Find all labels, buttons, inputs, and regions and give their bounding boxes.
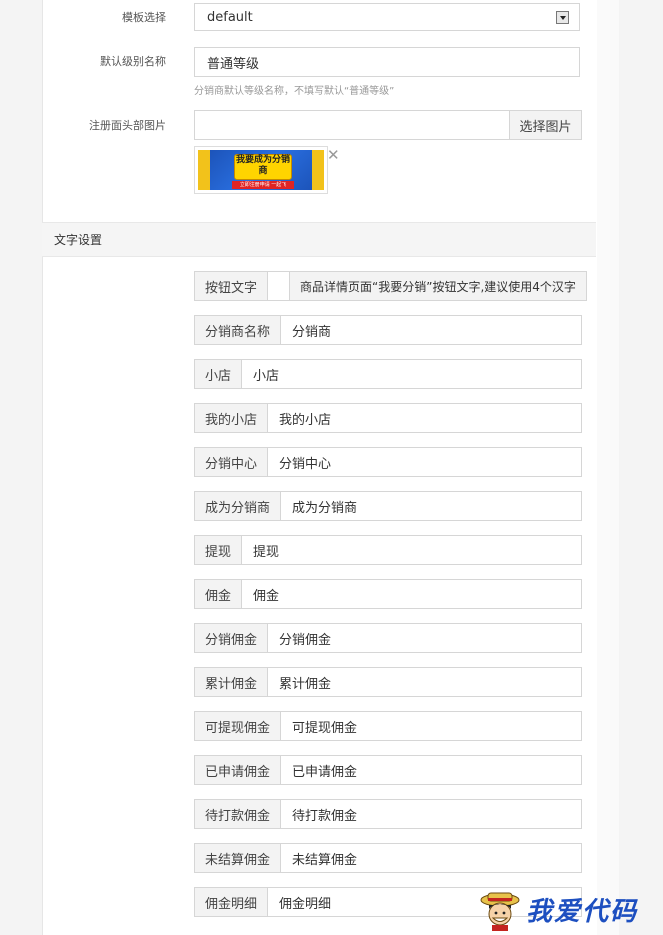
text-setting-label: 可提现佣金 — [194, 711, 282, 741]
text-setting-label: 累计佣金 — [194, 667, 269, 697]
text-setting-row: 分销中心 分销中心 — [194, 447, 582, 477]
section-header: 文字设置 — [42, 222, 596, 257]
watermark-text: 我爱代码 — [526, 896, 639, 927]
text-setting-input[interactable]: 提现 — [242, 535, 582, 565]
watermark: 我爱代码 — [478, 885, 658, 933]
template-label: 模板选择 — [122, 11, 166, 24]
text-setting-row: 提现 提现 — [194, 535, 582, 565]
choose-image-button[interactable]: 选择图片 — [509, 110, 582, 140]
text-setting-label: 分销佣金 — [194, 623, 269, 653]
template-select-value: default — [207, 9, 253, 25]
banner-stripe-left — [198, 150, 210, 190]
text-setting-row: 佣金 佣金 — [194, 579, 582, 609]
text-setting-label: 分销中心 — [194, 447, 269, 477]
banner-stripe-right — [312, 150, 324, 190]
text-setting-label: 佣金 — [194, 579, 243, 609]
text-setting-row: 成为分销商 成为分销商 — [194, 491, 582, 521]
close-icon[interactable]: ✕ — [327, 148, 340, 163]
header-image-thumbnail: 我要成为分销商 立即注册申请 一起飞 — [194, 146, 328, 194]
template-select[interactable]: default — [194, 3, 580, 31]
default-level-value: 普通等级 — [207, 56, 260, 72]
text-setting-label: 小店 — [194, 359, 243, 389]
button-text-group: 按钮文字 商品详情页面“我要分销”按钮文字,建议使用4个汉字 — [194, 271, 587, 301]
text-setting-label: 成为分销商 — [194, 491, 282, 521]
text-setting-label: 佣金明细 — [194, 887, 269, 917]
text-setting-input[interactable]: 已申请佣金 — [281, 755, 582, 785]
text-setting-input[interactable]: 分销中心 — [268, 447, 582, 477]
header-image-label: 注册面头部图片 — [89, 119, 166, 132]
default-level-input[interactable]: 普通等级 — [194, 47, 580, 77]
text-setting-row: 我的小店 我的小店 — [194, 403, 582, 433]
text-setting-label: 分销商名称 — [194, 315, 282, 345]
text-setting-input[interactable]: 分销佣金 — [268, 623, 582, 653]
text-setting-input[interactable]: 未结算佣金 — [281, 843, 582, 873]
text-setting-input[interactable]: 待打款佣金 — [281, 799, 582, 829]
header-image-input[interactable] — [194, 110, 510, 140]
text-setting-label: 待打款佣金 — [194, 799, 282, 829]
default-level-help: 分销商默认等级名称，不填写默认“普通等级” — [194, 86, 395, 97]
text-setting-row: 已申请佣金 已申请佣金 — [194, 755, 582, 785]
text-setting-label: 我的小店 — [194, 403, 269, 433]
text-setting-input[interactable]: 我的小店 — [268, 403, 582, 433]
text-setting-input[interactable]: 成为分销商 — [281, 491, 582, 521]
text-setting-row: 可提现佣金 可提现佣金 — [194, 711, 582, 741]
text-setting-input[interactable]: 佣金 — [242, 579, 582, 609]
text-setting-label: 未结算佣金 — [194, 843, 282, 873]
chevron-down-icon[interactable] — [556, 11, 569, 24]
text-setting-input[interactable]: 可提现佣金 — [281, 711, 582, 741]
text-setting-row: 小店 小店 — [194, 359, 582, 389]
banner-ribbon: 立即注册申请 一起飞 — [232, 181, 294, 189]
button-text-input[interactable] — [268, 271, 291, 301]
text-setting-input[interactable]: 小店 — [242, 359, 582, 389]
default-level-label: 默认级别名称 — [100, 55, 166, 68]
text-setting-input[interactable]: 分销商 — [281, 315, 582, 345]
banner-image: 我要成为分销商 立即注册申请 一起飞 — [198, 150, 324, 190]
text-setting-row: 待打款佣金 待打款佣金 — [194, 799, 582, 829]
text-setting-row: 分销商名称 分销商 — [194, 315, 582, 345]
right-gutter — [597, 0, 619, 935]
text-setting-input[interactable]: 累计佣金 — [268, 667, 582, 697]
button-text-tip: 商品详情页面“我要分销”按钮文字,建议使用4个汉字 — [290, 271, 587, 301]
text-setting-label: 已申请佣金 — [194, 755, 282, 785]
luffy-icon — [478, 887, 522, 931]
text-setting-row: 分销佣金 分销佣金 — [194, 623, 582, 653]
button-text-label: 按钮文字 — [194, 271, 269, 301]
text-setting-row: 未结算佣金 未结算佣金 — [194, 843, 582, 873]
banner-title: 我要成为分销商 — [234, 154, 292, 180]
text-setting-row: 累计佣金 累计佣金 — [194, 667, 582, 697]
section-title: 文字设置 — [54, 233, 103, 247]
text-setting-label: 提现 — [194, 535, 243, 565]
